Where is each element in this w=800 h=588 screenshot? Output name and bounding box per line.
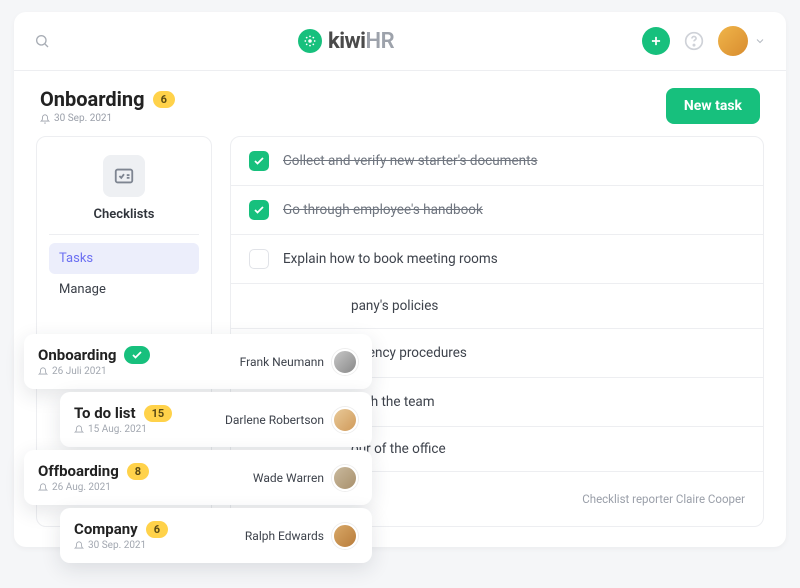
overlay-card-onboarding[interactable]: Onboarding 26 Juli 2021 Frank Neumann bbox=[24, 334, 372, 389]
reporter: Wade Warren bbox=[253, 465, 358, 491]
avatar bbox=[332, 349, 358, 375]
count-badge: 8 bbox=[127, 463, 149, 480]
count-badge: 15 bbox=[144, 405, 173, 422]
brand-logo-icon bbox=[298, 29, 322, 53]
task-row[interactable]: Go through employee's handbook bbox=[231, 186, 763, 235]
add-button[interactable] bbox=[642, 27, 670, 55]
bell-icon bbox=[74, 425, 84, 435]
count-badge: 6 bbox=[153, 91, 175, 108]
topbar-actions bbox=[642, 26, 766, 56]
reporter: Ralph Edwards bbox=[245, 523, 358, 549]
sidebar-title: Checklists bbox=[49, 207, 199, 235]
topbar: kiwiHR bbox=[14, 12, 786, 71]
avatar bbox=[332, 407, 358, 433]
task-row[interactable]: Explain how to book meeting rooms bbox=[231, 235, 763, 284]
reporter: Frank Neumann bbox=[240, 349, 358, 375]
avatar bbox=[332, 465, 358, 491]
checkbox-checked-icon[interactable] bbox=[249, 200, 269, 220]
brand: kiwiHR bbox=[50, 29, 642, 54]
checkbox-empty-icon[interactable] bbox=[249, 249, 269, 269]
task-row[interactable]: Collect and verify new starter's documen… bbox=[231, 137, 763, 186]
page-header: Onboarding 6 30 Sep. 2021 New task bbox=[14, 71, 786, 136]
page-title-block: Onboarding 6 30 Sep. 2021 bbox=[40, 87, 175, 124]
search-icon[interactable] bbox=[34, 33, 50, 49]
checkbox-checked-icon[interactable] bbox=[249, 151, 269, 171]
overlay-card-company[interactable]: Company 6 30 Sep. 2021 Ralph Edwards bbox=[60, 508, 372, 563]
bell-icon bbox=[38, 483, 48, 493]
user-menu[interactable] bbox=[718, 26, 766, 56]
checklist-icon bbox=[103, 155, 145, 197]
brand-name: kiwiHR bbox=[328, 29, 394, 54]
check-pill-icon bbox=[124, 346, 150, 364]
overlay-card-offboarding[interactable]: Offboarding 8 26 Aug. 2021 Wade Warren bbox=[24, 450, 372, 505]
bell-icon bbox=[74, 541, 84, 551]
task-row[interactable]: pany's policies bbox=[231, 284, 763, 329]
help-icon[interactable] bbox=[684, 31, 704, 51]
user-avatar bbox=[718, 26, 748, 56]
sidebar-item-manage[interactable]: Manage bbox=[49, 274, 199, 305]
chevron-down-icon bbox=[754, 35, 766, 47]
sidebar-item-tasks[interactable]: Tasks bbox=[49, 243, 199, 274]
bell-icon bbox=[40, 114, 50, 124]
avatar bbox=[332, 523, 358, 549]
new-task-button[interactable]: New task bbox=[666, 88, 760, 124]
page-date: 30 Sep. 2021 bbox=[40, 113, 175, 124]
page-title: Onboarding bbox=[40, 87, 145, 111]
bell-icon bbox=[38, 367, 48, 377]
count-badge: 6 bbox=[146, 521, 168, 538]
overlay-card-todolist[interactable]: To do list 15 15 Aug. 2021 Darlene Rober… bbox=[60, 392, 372, 447]
reporter: Darlene Robertson bbox=[225, 407, 358, 433]
